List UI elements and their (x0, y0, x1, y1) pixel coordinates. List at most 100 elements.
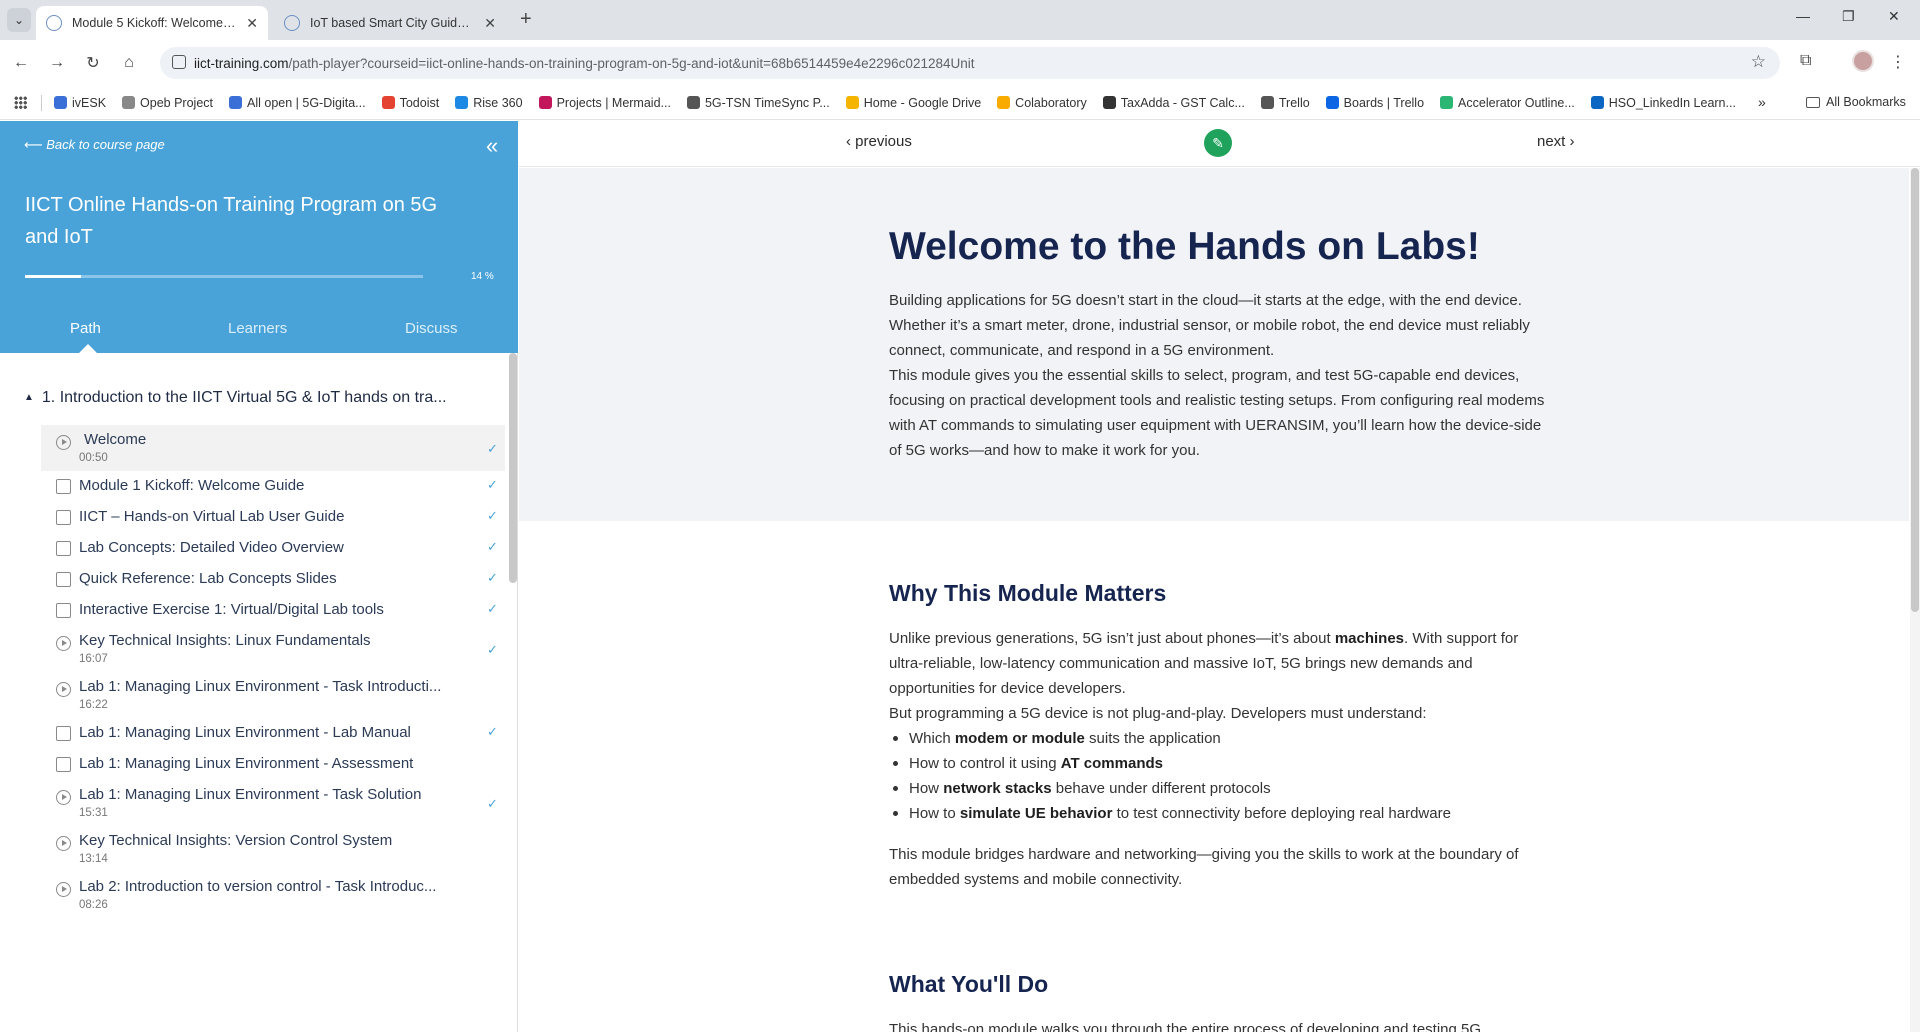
all-bookmarks[interactable]: All Bookmarks (1806, 95, 1906, 109)
lesson-item[interactable]: Welcome 00:50 ✓ (41, 425, 505, 471)
new-tab-icon[interactable]: + (520, 8, 532, 31)
section-heading-why: Why This Module Matters (889, 580, 1167, 606)
apps-grid-icon[interactable] (14, 96, 27, 109)
home-icon[interactable]: ⌂ (116, 50, 142, 76)
lesson-item[interactable]: Lab 2: Introduction to version control -… (41, 872, 505, 918)
bookmark-item[interactable]: Opeb Project (122, 96, 213, 110)
close-window-icon[interactable]: ✕ (1888, 8, 1900, 25)
lesson-title: Quick Reference: Lab Concepts Slides (79, 570, 337, 587)
edit-pencil-icon[interactable]: ✎ (1204, 129, 1232, 157)
collapse-triangle-icon[interactable]: ▲ (24, 392, 34, 403)
why-paragraph-3: This module bridges hardware and network… (889, 846, 1519, 888)
bookmark-item[interactable]: Colaboratory (997, 96, 1087, 110)
bookmark-item[interactable]: Accelerator Outline... (1440, 96, 1575, 110)
play-icon (56, 790, 71, 805)
lesson-item[interactable]: Key Technical Insights: Linux Fundamenta… (41, 626, 505, 672)
lesson-title: Key Technical Insights: Version Control … (79, 832, 393, 849)
bookmark-item[interactable]: Boards | Trello (1325, 96, 1424, 110)
forward-icon[interactable]: → (44, 50, 70, 76)
lesson-item[interactable]: Interactive Exercise 1: Virtual/Digital … (41, 595, 505, 626)
bookmark-item[interactable]: All open | 5G-Digita... (229, 96, 366, 110)
lesson-item[interactable]: Lab 1: Managing Linux Environment - Asse… (41, 749, 505, 780)
sidebar-header: ⟵ Back to course page « IICT Online Hand… (0, 121, 518, 353)
lesson-item[interactable]: Lab 1: Managing Linux Environment - Lab … (41, 718, 505, 749)
previous-button[interactable]: ‹ previous (846, 133, 912, 150)
bullet-text-b: simulate UE behavior (959, 805, 1113, 822)
bookmark-label: All open | 5G-Digita... (247, 95, 366, 110)
lesson-list: Welcome 00:50 ✓ Module 1 Kickoff: Welcome G… (41, 425, 505, 918)
extensions-icon[interactable]: ⧉ (1800, 52, 1811, 70)
bullet-text-a: How to control it using (909, 755, 1061, 772)
close-tab-icon[interactable]: ✕ (484, 15, 496, 32)
folder-icon (1806, 96, 1820, 108)
completed-check-icon: ✓ (487, 539, 498, 554)
tab-search-chevron-icon[interactable]: ⌄ (7, 8, 31, 32)
bookmark-item[interactable]: 5G-TSN TimeSync P... (686, 96, 830, 110)
bookmark-item[interactable]: Rise 360 (455, 96, 523, 110)
tab-discuss[interactable]: Discuss (405, 320, 458, 337)
course-progress-bar (25, 275, 423, 278)
lesson-item[interactable]: Key Technical Insights: Version Control … (41, 826, 505, 872)
bookmark-item[interactable]: Trello (1260, 96, 1310, 110)
browser-tab-active[interactable]: Module 5 Kickoff: Welcome Gui ✕ (36, 6, 268, 40)
section-title: 1. Introduction to the IICT Virtual 5G &… (41, 389, 447, 406)
more-bookmarks-icon[interactable]: » (1758, 94, 1766, 110)
bookmark-favicon-icon (1260, 96, 1274, 109)
bookmark-label: Home - Google Drive (863, 95, 982, 110)
active-tab-caret (79, 344, 97, 353)
bookmark-item[interactable]: TaxAdda - GST Calc... (1102, 95, 1245, 110)
completed-check-icon: ✓ (487, 570, 498, 585)
lesson-item[interactable]: Module 1 Kickoff: Welcome Guide ✓ (41, 471, 505, 502)
content-scrollbar-thumb[interactable] (1911, 168, 1919, 612)
book-icon (56, 541, 71, 556)
bookmark-label: TaxAdda - GST Calc... (1120, 95, 1245, 110)
lesson-item[interactable]: Lab Concepts: Detailed Video Overview ✓ (41, 533, 505, 564)
tab-title: IoT based Smart City Guided Pr (310, 16, 477, 30)
lesson-title: Lab 1: Managing Linux Environment - Asse… (79, 755, 414, 772)
section-header[interactable]: ▲ 1. Introduction to the IICT Virtual 5G … (24, 389, 447, 407)
back-to-course-link[interactable]: ⟵ Back to course page (24, 137, 165, 153)
tab-learners[interactable]: Learners (228, 320, 287, 337)
bookmark-item[interactable]: ivESK (54, 96, 106, 110)
browser-tab[interactable]: IoT based Smart City Guided Pr ✕ (274, 6, 506, 40)
bookmark-item[interactable]: HSO_LinkedIn Learn... (1590, 96, 1736, 110)
bookmark-star-icon[interactable]: ☆ (1751, 52, 1766, 72)
bookmark-item[interactable]: Todoist (381, 96, 439, 110)
sidebar-scrollbar[interactable] (509, 353, 517, 583)
lesson-item[interactable]: Lab 1: Managing Linux Environment - Task… (41, 780, 505, 826)
exercise-icon (56, 603, 71, 618)
lesson-item[interactable]: IICT – Hands-on Virtual Lab User Guide ✓ (41, 502, 505, 533)
restore-icon[interactable]: ❐ (1842, 8, 1855, 25)
minimize-icon[interactable]: — (1796, 8, 1810, 24)
bookmark-favicon-icon (122, 96, 136, 109)
tab-path[interactable]: Path (70, 320, 101, 337)
bookmark-item[interactable]: Projects | Mermaid... (538, 96, 671, 110)
url-path: /path-player?courseid=iict-online-hands-… (288, 55, 975, 71)
bookmark-item[interactable]: Home - Google Drive (845, 95, 982, 110)
site-info-icon[interactable] (172, 55, 186, 69)
course-sidebar: ⟵ Back to course page « IICT Online Hand… (0, 121, 518, 1032)
course-title: IICT Online Hands-on Training Program on… (25, 194, 438, 248)
lesson-title: Lab 2: Introduction to version control -… (79, 878, 437, 895)
lesson-item[interactable]: Quick Reference: Lab Concepts Slides ✓ (41, 564, 505, 595)
back-icon[interactable]: ← (8, 50, 34, 76)
next-button[interactable]: next › (1537, 133, 1575, 150)
lesson-item[interactable]: Lab 1: Managing Linux Environment - Task… (41, 672, 505, 718)
bullet-item: How to simulate UE behavior to test conn… (889, 801, 1549, 826)
completed-check-icon: ✓ (487, 441, 498, 456)
menu-icon[interactable]: ⋮ (1890, 52, 1906, 72)
close-tab-icon[interactable]: ✕ (246, 15, 258, 32)
site-favicon-icon (46, 15, 62, 31)
site-favicon-icon (284, 15, 300, 31)
collapse-sidebar-icon[interactable]: « (486, 133, 499, 159)
address-bar[interactable]: iict-training.com/path-player?courseid=i… (160, 47, 1780, 79)
reload-icon[interactable]: ↻ (80, 50, 106, 76)
play-icon (56, 836, 71, 851)
profile-avatar[interactable] (1852, 50, 1874, 72)
bookmark-label: Accelerator Outline... (1458, 95, 1575, 110)
quiz-icon (56, 757, 71, 772)
bookmark-favicon-icon (455, 96, 469, 109)
content-scrollbar[interactable] (1910, 168, 1920, 1032)
lesson-content: ‹ previous ✎ next › Welcome to the Hands… (519, 121, 1920, 1032)
intro-paragraph: Building applications for 5G doesn’t sta… (889, 288, 1549, 463)
